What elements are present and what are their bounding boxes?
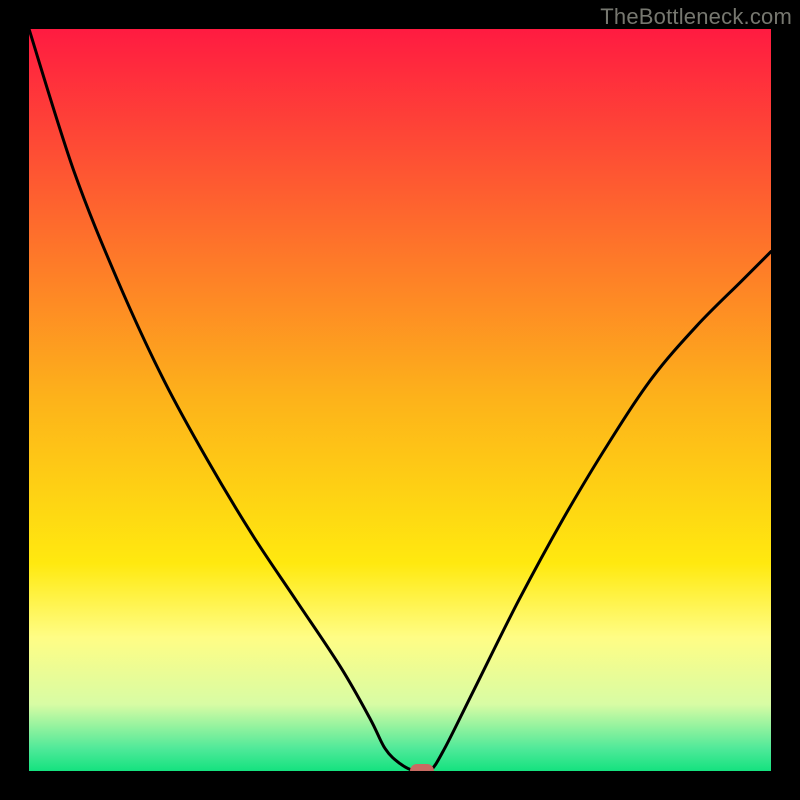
gradient-rect — [29, 29, 771, 771]
plot-area — [29, 29, 771, 771]
optimal-marker — [410, 764, 434, 771]
chart-frame: TheBottleneck.com — [0, 0, 800, 800]
chart-svg — [29, 29, 771, 771]
watermark-text: TheBottleneck.com — [600, 4, 792, 30]
